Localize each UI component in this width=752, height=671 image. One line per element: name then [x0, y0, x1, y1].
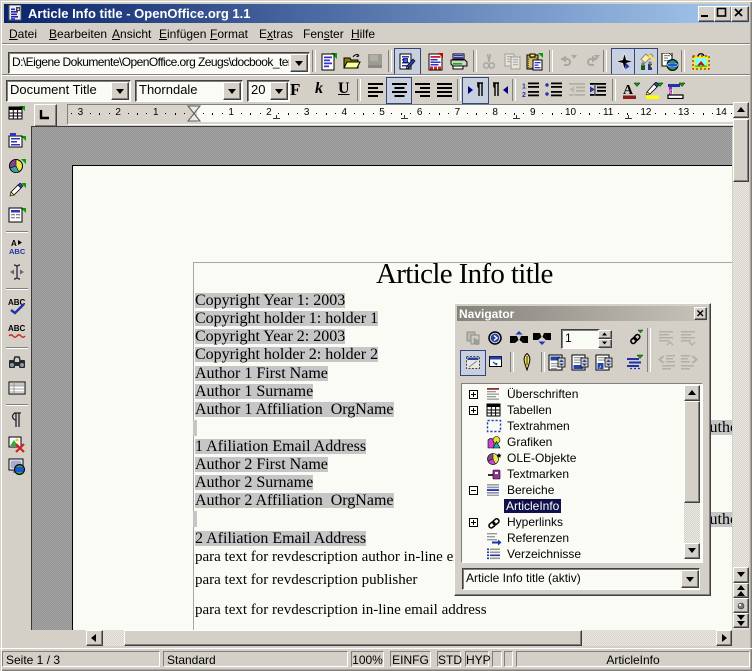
svg-text:1: 1: [522, 84, 526, 91]
svg-text:♪: ♪: [599, 364, 602, 370]
svg-text:ABC: ABC: [8, 324, 26, 333]
svg-text:ABC: ABC: [9, 247, 26, 256]
svg-text:2: 2: [522, 92, 526, 98]
